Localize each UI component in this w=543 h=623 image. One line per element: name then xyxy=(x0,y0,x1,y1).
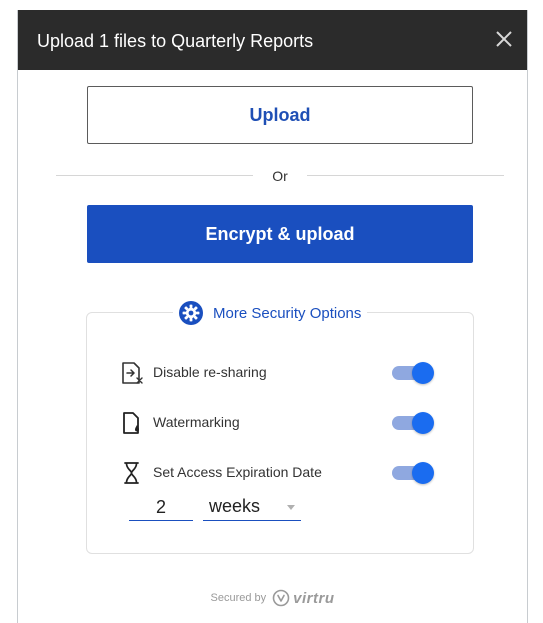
dialog-header: Upload 1 files to Quarterly Reports xyxy=(18,10,527,70)
divider-line-left xyxy=(56,175,253,176)
dialog-title: Upload 1 files to Quarterly Reports xyxy=(37,31,314,51)
expiration-unit-value: weeks xyxy=(209,496,261,516)
option-label: Set Access Expiration Date xyxy=(153,464,322,480)
expiration-amount-input[interactable] xyxy=(129,495,193,521)
virtru-mark-icon xyxy=(272,589,290,607)
expiration-unit-select[interactable]: weeks xyxy=(203,495,301,521)
or-text: Or xyxy=(272,168,288,184)
disable-resharing-icon xyxy=(119,360,145,386)
option-disable-resharing: Disable re-sharing xyxy=(119,359,439,387)
upload-button[interactable]: Upload xyxy=(87,86,473,144)
disable-resharing-toggle[interactable] xyxy=(392,362,434,384)
option-watermarking: Watermarking xyxy=(119,409,439,437)
option-label: Disable re-sharing xyxy=(153,364,267,380)
access-expiration-toggle[interactable] xyxy=(392,462,434,484)
watermark-icon xyxy=(119,410,145,436)
toggle-thumb xyxy=(412,362,434,384)
or-divider: Or xyxy=(56,166,504,186)
more-security-options-toggle[interactable]: More Security Options xyxy=(173,299,368,327)
upload-dialog: Upload 1 files to Quarterly Reports Uplo… xyxy=(17,10,528,623)
encrypt-upload-button[interactable]: Encrypt & upload xyxy=(87,205,473,263)
option-access-expiration: Set Access Expiration Date xyxy=(119,459,439,487)
divider-line-right xyxy=(307,175,504,176)
more-security-options-label: More Security Options xyxy=(213,304,362,322)
chevron-down-icon xyxy=(287,505,295,510)
toggle-thumb xyxy=(412,412,434,434)
gear-icon xyxy=(179,301,203,325)
option-label: Watermarking xyxy=(153,414,240,430)
close-button[interactable] xyxy=(491,26,517,52)
secured-by-text: Secured by xyxy=(210,592,267,604)
virtru-wordmark: virtru xyxy=(293,589,335,607)
hourglass-icon xyxy=(119,460,145,486)
virtru-logo: virtru xyxy=(272,589,334,607)
security-options-panel: More Security Options Disable re-sharing xyxy=(86,299,474,554)
toggle-thumb xyxy=(412,462,434,484)
close-icon xyxy=(496,31,512,47)
watermarking-toggle[interactable] xyxy=(392,412,434,434)
secured-by-footer: Secured by virtru xyxy=(18,586,527,610)
